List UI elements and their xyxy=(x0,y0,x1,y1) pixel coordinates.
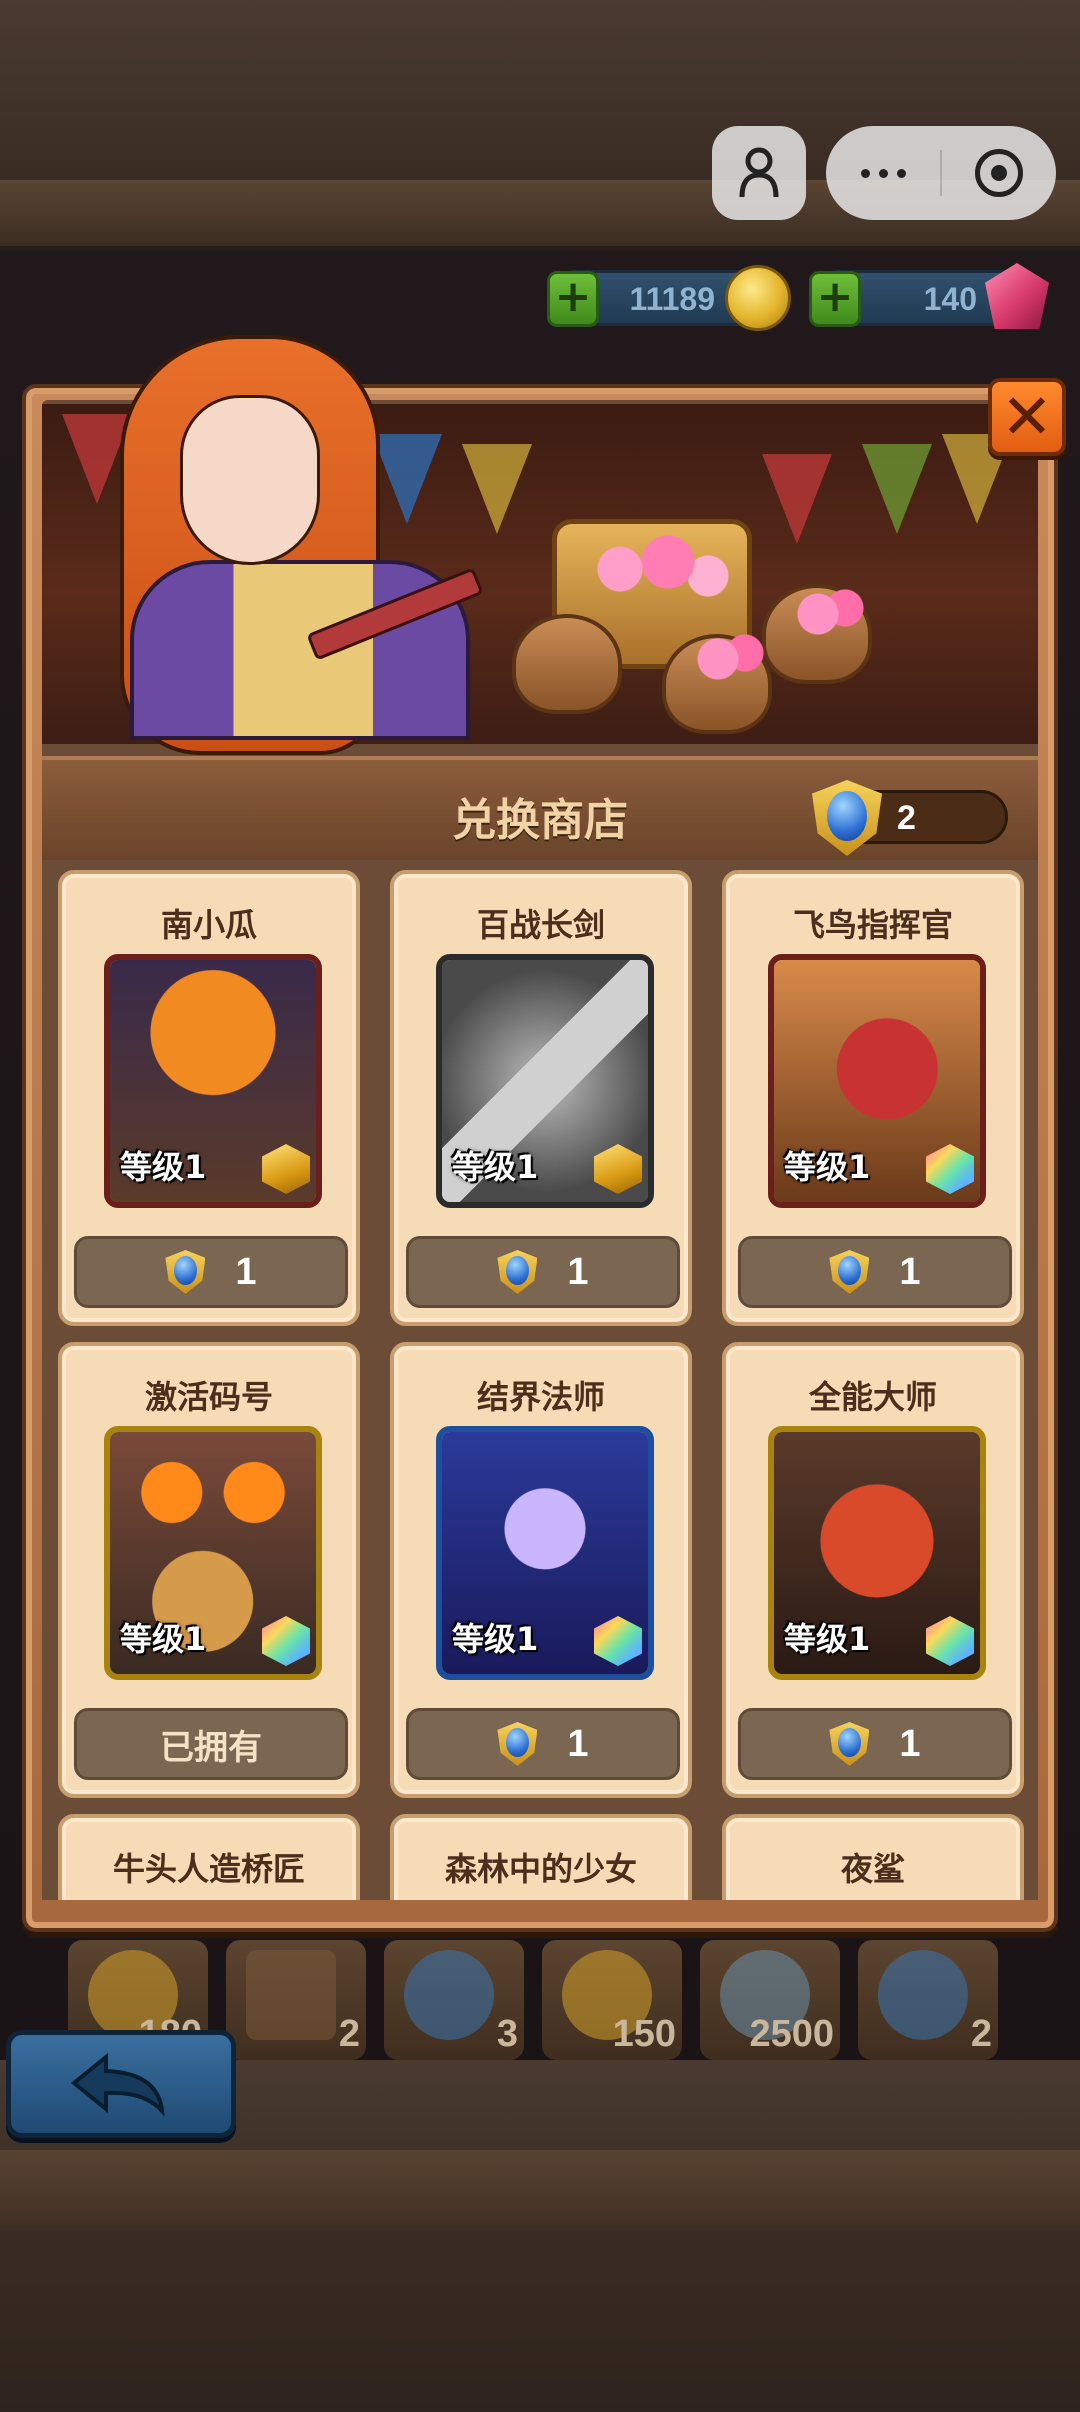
bag-gems xyxy=(782,584,872,644)
item-level: 等级1 xyxy=(784,1620,871,1658)
reward-slot: 2 xyxy=(226,1940,366,2060)
owned-label: 已拥有 xyxy=(160,1727,262,1768)
shop-item-card[interactable]: 全能大师等级1 1 xyxy=(722,1342,1024,1798)
item-name: 牛头人造桥匠 xyxy=(112,1850,305,1888)
back-arrow-icon xyxy=(70,2052,165,2117)
shop-item-card[interactable]: 牛头人造桥匠 xyxy=(58,1814,360,1900)
blue-token-icon xyxy=(497,1250,538,1294)
more-button[interactable] xyxy=(826,126,940,220)
reward-slot: 2500 xyxy=(700,1940,840,2060)
buy-button[interactable]: 1 xyxy=(406,1708,680,1780)
item-portrait: 等级1 xyxy=(436,1426,654,1680)
item-portrait: 等级1 xyxy=(768,954,986,1208)
blue-token-icon xyxy=(829,1722,870,1766)
token-reward-icon xyxy=(404,1950,494,2040)
shop-item-card[interactable]: 森林中的少女 xyxy=(390,1814,692,1900)
item-level: 等级1 xyxy=(452,1620,539,1658)
buy-button[interactable]: 1 xyxy=(738,1236,1012,1308)
item-level: 等级1 xyxy=(784,1148,871,1186)
reward-value: 2500 xyxy=(749,2013,834,2055)
bunting-flag xyxy=(372,434,442,524)
item-price: 1 xyxy=(899,1722,921,1765)
reward-value: 2 xyxy=(338,2013,360,2055)
person-icon xyxy=(739,147,779,198)
gold-value: 11189 xyxy=(629,281,715,317)
add-gold-button[interactable]: + xyxy=(547,271,599,327)
reward-slot: 150 xyxy=(542,1940,682,2060)
gold-coin-icon xyxy=(725,265,791,331)
item-name: 百战长剑 xyxy=(476,906,605,944)
shopkeeper-body xyxy=(130,560,470,740)
shopkeeper-face xyxy=(180,395,320,565)
reward-value: 150 xyxy=(612,2013,676,2055)
mini-program-capsule xyxy=(826,126,1056,220)
shop-item-card[interactable]: 夜鲨 xyxy=(722,1814,1024,1900)
item-name: 全能大师 xyxy=(808,1378,937,1416)
reward-slot: 3 xyxy=(384,1940,524,2060)
item-price: 1 xyxy=(235,1250,257,1293)
token-balance-value: 2 xyxy=(897,799,916,837)
target-icon xyxy=(975,149,1023,197)
gold-counter: + 11189 xyxy=(547,265,791,331)
reward-value: 3 xyxy=(496,2013,518,2055)
item-portrait: 等级1 xyxy=(768,1426,986,1680)
reward-slot: 2 xyxy=(858,1940,998,2060)
item-name: 结界法师 xyxy=(476,1378,605,1416)
buy-button[interactable]: 1 xyxy=(74,1236,348,1308)
avatar-menu-button[interactable] xyxy=(712,126,806,220)
item-level: 等级1 xyxy=(120,1620,207,1658)
bunting-flag xyxy=(762,454,832,544)
shop-item-card[interactable]: 南小瓜等级1 1 xyxy=(58,870,360,1326)
token-reward-icon xyxy=(878,1950,968,2040)
item-name: 激活码号 xyxy=(144,1378,273,1416)
blue-token-icon xyxy=(165,1250,206,1294)
blue-token-icon xyxy=(829,1250,870,1294)
scroll-reward-icon xyxy=(246,1950,336,2040)
item-name: 夜鲨 xyxy=(840,1850,905,1888)
item-portrait: 等级1 xyxy=(104,954,322,1208)
shop-item-card[interactable]: 激活码号等级1 已拥有 xyxy=(58,1342,360,1798)
bag-gems xyxy=(682,629,772,689)
item-price: 1 xyxy=(899,1250,921,1293)
gem-value: 140 xyxy=(923,281,977,317)
item-price: 1 xyxy=(567,1250,589,1293)
item-level: 等级1 xyxy=(452,1148,539,1186)
buy-button[interactable]: 1 xyxy=(406,1236,680,1308)
owned-button[interactable]: 已拥有 xyxy=(74,1708,348,1780)
item-level: 等级1 xyxy=(120,1148,207,1186)
chest-gems xyxy=(572,534,732,604)
item-name: 飞鸟指挥官 xyxy=(792,906,953,944)
shop-item-card[interactable]: 结界法师等级1 1 xyxy=(390,1342,692,1798)
item-name: 森林中的少女 xyxy=(444,1850,637,1888)
item-price: 1 xyxy=(567,1722,589,1765)
blue-token-icon xyxy=(497,1722,538,1766)
more-dots-icon xyxy=(860,168,906,178)
item-portrait: 等级1 xyxy=(104,1426,322,1680)
bunting-flag xyxy=(862,444,932,534)
buy-button[interactable]: 1 xyxy=(738,1708,1012,1780)
close-button[interactable]: ✕ xyxy=(988,378,1066,456)
item-name: 南小瓜 xyxy=(160,906,257,944)
gem-bag xyxy=(512,614,622,714)
shop-item-grid: 南小瓜 等级1 1 百战长剑 等级1 1 飞鸟指挥官 等级1 1 激活码号 等级1 已拥有 结界法师 等级… xyxy=(42,860,1038,1900)
shop-item-card[interactable]: 飞鸟指挥官等级1 1 xyxy=(722,870,1024,1326)
shop-title: 兑换商店 xyxy=(452,795,628,846)
bunting-flag xyxy=(462,444,532,534)
bottom-shelf xyxy=(0,2150,1080,2230)
close-icon: ✕ xyxy=(1001,380,1053,453)
item-portrait: 等级1 xyxy=(436,954,654,1208)
add-gems-button[interactable]: + xyxy=(809,271,861,327)
close-program-button[interactable] xyxy=(942,126,1056,220)
reward-value: 2 xyxy=(970,2013,992,2055)
back-button[interactable] xyxy=(6,2030,236,2138)
blue-token-icon xyxy=(812,780,882,856)
gem-counter: + 140 xyxy=(809,263,1049,329)
shop-item-card[interactable]: 百战长剑等级1 1 xyxy=(390,870,692,1326)
